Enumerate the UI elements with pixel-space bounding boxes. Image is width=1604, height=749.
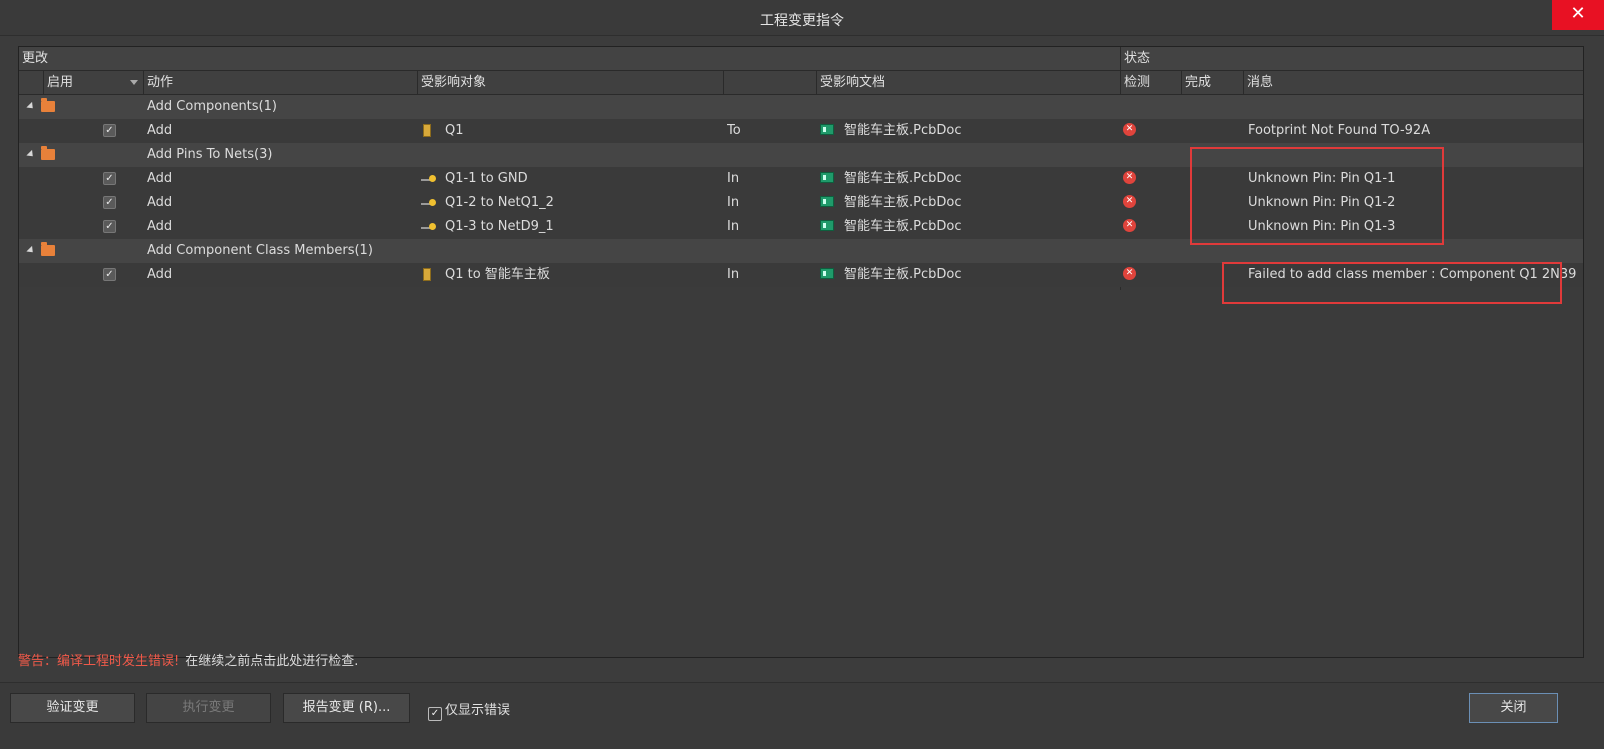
- pcb-document-icon: [820, 124, 834, 135]
- header-action[interactable]: 动作: [143, 71, 417, 95]
- direction-cell: In: [727, 219, 740, 234]
- error-icon: ✕: [1123, 123, 1136, 136]
- object-cell: Q1-1 to GND: [445, 171, 528, 186]
- object-cell: Q1: [445, 123, 464, 138]
- header-message[interactable]: 消息: [1243, 71, 1583, 95]
- header-change: 更改: [22, 51, 49, 66]
- pcb-document-icon: [820, 268, 834, 279]
- document-cell: 智能车主板.PcbDoc: [844, 195, 962, 210]
- document-cell: 智能车主板.PcbDoc: [844, 219, 962, 234]
- window-close-button[interactable]: ✕: [1552, 0, 1604, 30]
- pcb-document-icon: [820, 196, 834, 207]
- enable-checkbox[interactable]: ✓: [103, 124, 116, 137]
- folder-icon: [41, 242, 55, 256]
- group-label: Add Components(1): [147, 99, 277, 114]
- compile-warning[interactable]: 警告：编译工程时发生错误! 在继续之前点击此处进行检查.: [18, 650, 358, 669]
- table-row[interactable]: ✓ Add Q1 To 智能车主板.PcbDoc ✕ Footprint Not…: [19, 119, 1583, 143]
- enable-checkbox[interactable]: ✓: [103, 268, 116, 281]
- only-show-errors-checkbox[interactable]: ✓: [428, 707, 442, 721]
- action-cell: Add: [147, 171, 173, 186]
- expand-arrow-icon[interactable]: [26, 245, 36, 256]
- action-cell: Add: [147, 123, 173, 138]
- object-cell: Q1 to 智能车主板: [445, 267, 550, 282]
- component-icon: [423, 124, 431, 137]
- object-cell: Q1-3 to NetD9_1: [445, 219, 554, 234]
- folder-icon: [41, 146, 55, 160]
- pcb-document-icon: [820, 172, 834, 183]
- report-changes-button[interactable]: 报告变更 (R)...: [283, 693, 410, 723]
- folder-icon: [41, 98, 55, 112]
- header-column-row: 启用 动作 受影响对象 受影响文档 检测 完成 消息: [19, 71, 1583, 95]
- header-group-row: 更改 状态: [19, 47, 1583, 71]
- header-enable[interactable]: 启用: [43, 71, 143, 95]
- action-cell: Add: [147, 219, 173, 234]
- changes-table: 更改 状态 启用 动作 受影响对象 受影响文档 检测 完成 消息 Add Com…: [18, 46, 1584, 658]
- title-bar: 工程变更指令 ✕: [0, 0, 1604, 36]
- validate-changes-button[interactable]: 验证变更: [10, 693, 135, 723]
- group-label: Add Component Class Members(1): [147, 243, 373, 258]
- only-show-errors-label: 仅显示错误: [445, 703, 511, 718]
- highlight-box: [1222, 262, 1562, 304]
- error-icon: ✕: [1123, 195, 1136, 208]
- enable-checkbox[interactable]: ✓: [103, 220, 116, 233]
- header-done[interactable]: 完成: [1181, 71, 1243, 95]
- pcb-document-icon: [820, 220, 834, 231]
- group-label: Add Pins To Nets(3): [147, 147, 273, 162]
- group-row[interactable]: Add Components(1): [19, 95, 1583, 119]
- header-affected-document[interactable]: 受影响文档: [816, 71, 1120, 95]
- error-icon: ✕: [1123, 171, 1136, 184]
- object-cell: Q1-2 to NetQ1_2: [445, 195, 554, 210]
- action-cell: Add: [147, 195, 173, 210]
- document-cell: 智能车主板.PcbDoc: [844, 123, 962, 138]
- highlight-box: [1190, 147, 1444, 245]
- document-cell: 智能车主板.PcbDoc: [844, 267, 962, 282]
- error-icon: ✕: [1123, 219, 1136, 232]
- close-button[interactable]: 关闭: [1469, 693, 1558, 723]
- expand-arrow-icon[interactable]: [26, 101, 36, 112]
- header-enable-label: 启用: [47, 75, 74, 90]
- direction-cell: In: [727, 195, 740, 210]
- component-icon: [423, 268, 431, 281]
- direction-cell: In: [727, 171, 740, 186]
- pin-icon: [421, 172, 437, 186]
- direction-cell: In: [727, 267, 740, 282]
- message-cell: Footprint Not Found TO-92A: [1248, 123, 1431, 138]
- action-cell: Add: [147, 267, 173, 282]
- enable-checkbox[interactable]: ✓: [103, 196, 116, 209]
- only-show-errors-toggle[interactable]: ✓ 仅显示错误: [428, 699, 510, 721]
- pin-icon: [421, 196, 437, 210]
- header-check[interactable]: 检测: [1120, 71, 1181, 95]
- dialog-footer: 验证变更 执行变更 报告变更 (R)... ✓ 仅显示错误 关闭: [0, 682, 1604, 749]
- warning-suffix[interactable]: 在继续之前点击此处进行检查.: [185, 654, 358, 669]
- enable-checkbox[interactable]: ✓: [103, 172, 116, 185]
- execute-changes-button[interactable]: 执行变更: [146, 693, 271, 723]
- header-status: 状态: [1120, 47, 1583, 71]
- error-icon: ✕: [1123, 267, 1136, 280]
- header-affected-object[interactable]: 受影响对象: [417, 71, 723, 95]
- sort-down-icon: [130, 80, 138, 85]
- header-direction[interactable]: [723, 71, 816, 95]
- direction-cell: To: [727, 123, 741, 138]
- warning-prefix: 警告：编译工程时发生错误!: [18, 654, 180, 669]
- window-title: 工程变更指令: [760, 13, 844, 29]
- expand-arrow-icon[interactable]: [26, 149, 36, 160]
- document-cell: 智能车主板.PcbDoc: [844, 171, 962, 186]
- pin-icon: [421, 220, 437, 234]
